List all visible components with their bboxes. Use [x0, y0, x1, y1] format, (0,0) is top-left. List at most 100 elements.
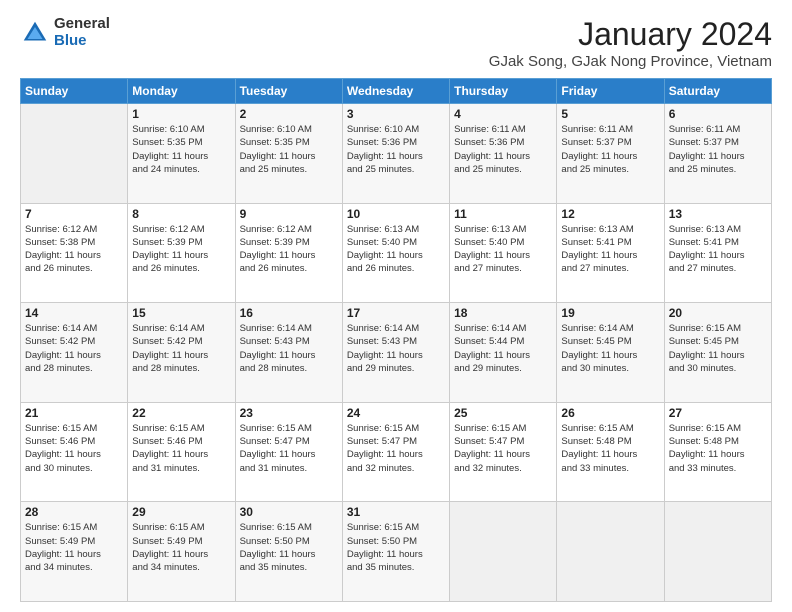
day-info: Sunrise: 6:14 AMSunset: 5:43 PMDaylight:… [240, 322, 338, 375]
day-info: Sunrise: 6:12 AMSunset: 5:38 PMDaylight:… [25, 223, 123, 276]
day-info: Sunrise: 6:15 AMSunset: 5:46 PMDaylight:… [132, 422, 230, 475]
day-info: Sunrise: 6:15 AMSunset: 5:45 PMDaylight:… [669, 322, 767, 375]
calendar-cell [21, 104, 128, 204]
calendar-cell: 15 Sunrise: 6:14 AMSunset: 5:42 PMDayligh… [128, 303, 235, 403]
day-number: 23 [240, 406, 338, 420]
calendar-cell: 30Sunrise: 6:15 AMSunset: 5:50 PMDayligh… [235, 502, 342, 602]
day-header-tuesday: Tuesday [235, 79, 342, 104]
day-info: Sunrise: 6:13 AMSunset: 5:40 PMDaylight:… [347, 223, 445, 276]
day-number: 11 [454, 207, 552, 221]
day-number: 10 [347, 207, 445, 221]
day-header-monday: Monday [128, 79, 235, 104]
day-info: Sunrise: 6:10 AMSunset: 5:36 PMDaylight:… [347, 123, 445, 176]
calendar-cell: 21Sunrise: 6:15 AMSunset: 5:46 PMDayligh… [21, 402, 128, 502]
day-number: 2 [240, 107, 338, 121]
day-number: 1 [132, 107, 230, 121]
day-info: Sunrise: 6:11 AMSunset: 5:36 PMDaylight:… [454, 123, 552, 176]
day-info: Sunrise: 6:12 AMSunset: 5:39 PMDaylight:… [132, 223, 230, 276]
day-number: 24 [347, 406, 445, 420]
calendar-cell: 22 Sunrise: 6:15 AMSunset: 5:46 PMDayligh… [128, 402, 235, 502]
day-info: Sunrise: 6:12 AMSunset: 5:39 PMDaylight:… [240, 223, 338, 276]
calendar-header: SundayMondayTuesdayWednesdayThursdayFrid… [21, 79, 772, 104]
day-number: 26 [561, 406, 659, 420]
page: General Blue January 2024 GJak Song, GJa… [0, 0, 792, 612]
calendar-cell: 25 Sunrise: 6:15 AMSunset: 5:47 PMDayligh… [450, 402, 557, 502]
day-number: 8 [132, 207, 230, 221]
calendar-cell: 2 Sunrise: 6:10 AMSunset: 5:35 PMDaylight… [235, 104, 342, 204]
calendar-cell: 4 Sunrise: 6:11 AMSunset: 5:36 PMDaylight… [450, 104, 557, 204]
calendar-body: 1 Sunrise: 6:10 AMSunset: 5:35 PMDaylight… [21, 104, 772, 602]
day-info: Sunrise: 6:15 AMSunset: 5:49 PMDaylight:… [25, 521, 123, 574]
calendar-table: SundayMondayTuesdayWednesdayThursdayFrid… [20, 78, 772, 602]
calendar-cell [664, 502, 771, 602]
logo-text: General Blue [54, 16, 110, 49]
day-number: 17 [347, 306, 445, 320]
location: GJak Song, GJak Nong Province, Vietnam [489, 53, 772, 70]
day-number: 19 [561, 306, 659, 320]
day-header-saturday: Saturday [664, 79, 771, 104]
day-number: 15 [132, 306, 230, 320]
day-number: 30 [240, 505, 338, 519]
calendar-cell: 19Sunrise: 6:14 AMSunset: 5:45 PMDayligh… [557, 303, 664, 403]
week-row-5: 28 Sunrise: 6:15 AMSunset: 5:49 PMDayligh… [21, 502, 772, 602]
day-number: 12 [561, 207, 659, 221]
day-info: Sunrise: 6:15 AMSunset: 5:50 PMDaylight:… [347, 521, 445, 574]
calendar-cell: 18 Sunrise: 6:14 AMSunset: 5:44 PMDayligh… [450, 303, 557, 403]
calendar-cell: 11 Sunrise: 6:13 AMSunset: 5:40 PMDayligh… [450, 203, 557, 303]
day-number: 4 [454, 107, 552, 121]
day-header-thursday: Thursday [450, 79, 557, 104]
calendar-cell: 23Sunrise: 6:15 AMSunset: 5:47 PMDayligh… [235, 402, 342, 502]
calendar-cell: 24 Sunrise: 6:15 AMSunset: 5:47 PMDayligh… [342, 402, 449, 502]
day-number: 7 [25, 207, 123, 221]
day-info: Sunrise: 6:15 AMSunset: 5:49 PMDaylight:… [132, 521, 230, 574]
day-info: Sunrise: 6:10 AMSunset: 5:35 PMDaylight:… [132, 123, 230, 176]
day-number: 22 [132, 406, 230, 420]
calendar-cell: 8 Sunrise: 6:12 AMSunset: 5:39 PMDaylight… [128, 203, 235, 303]
calendar-cell: 17Sunrise: 6:14 AMSunset: 5:43 PMDayligh… [342, 303, 449, 403]
logo-blue-text: Blue [54, 33, 110, 50]
day-header-friday: Friday [557, 79, 664, 104]
title-block: January 2024 GJak Song, GJak Nong Provin… [489, 16, 772, 70]
week-row-1: 1 Sunrise: 6:10 AMSunset: 5:35 PMDaylight… [21, 104, 772, 204]
day-info: Sunrise: 6:10 AMSunset: 5:35 PMDaylight:… [240, 123, 338, 176]
day-number: 14 [25, 306, 123, 320]
calendar-cell: 26Sunrise: 6:15 AMSunset: 5:48 PMDayligh… [557, 402, 664, 502]
calendar-cell: 13 Sunrise: 6:13 AMSunset: 5:41 PMDayligh… [664, 203, 771, 303]
day-number: 21 [25, 406, 123, 420]
day-info: Sunrise: 6:15 AMSunset: 5:47 PMDaylight:… [454, 422, 552, 475]
day-number: 3 [347, 107, 445, 121]
day-info: Sunrise: 6:13 AMSunset: 5:41 PMDaylight:… [561, 223, 659, 276]
day-number: 6 [669, 107, 767, 121]
day-header-sunday: Sunday [21, 79, 128, 104]
day-info: Sunrise: 6:15 AMSunset: 5:47 PMDaylight:… [347, 422, 445, 475]
calendar-cell: 29Sunrise: 6:15 AMSunset: 5:49 PMDayligh… [128, 502, 235, 602]
day-number: 27 [669, 406, 767, 420]
day-info: Sunrise: 6:13 AMSunset: 5:40 PMDaylight:… [454, 223, 552, 276]
day-number: 25 [454, 406, 552, 420]
week-row-4: 21 Sunrise: 6:15 AMSunset: 5:46 PMDayligh… [21, 402, 772, 502]
calendar-cell: 16Sunrise: 6:14 AMSunset: 5:43 PMDayligh… [235, 303, 342, 403]
calendar-cell: 3 Sunrise: 6:10 AMSunset: 5:36 PMDaylight… [342, 104, 449, 204]
calendar-cell: 10 Sunrise: 6:13 AMSunset: 5:40 PMDayligh… [342, 203, 449, 303]
day-number: 20 [669, 306, 767, 320]
day-number: 18 [454, 306, 552, 320]
logo-icon [20, 18, 50, 48]
day-header-wednesday: Wednesday [342, 79, 449, 104]
day-info: Sunrise: 6:13 AMSunset: 5:41 PMDaylight:… [669, 223, 767, 276]
day-number: 28 [25, 505, 123, 519]
header: General Blue January 2024 GJak Song, GJa… [20, 16, 772, 70]
day-info: Sunrise: 6:11 AMSunset: 5:37 PMDaylight:… [561, 123, 659, 176]
header-row: SundayMondayTuesdayWednesdayThursdayFrid… [21, 79, 772, 104]
calendar-cell: 14Sunrise: 6:14 AMSunset: 5:42 PMDayligh… [21, 303, 128, 403]
day-info: Sunrise: 6:11 AMSunset: 5:37 PMDaylight:… [669, 123, 767, 176]
calendar-cell: 12 Sunrise: 6:13 AMSunset: 5:41 PMDayligh… [557, 203, 664, 303]
calendar-cell: 27Sunrise: 6:15 AMSunset: 5:48 PMDayligh… [664, 402, 771, 502]
calendar-cell: 1 Sunrise: 6:10 AMSunset: 5:35 PMDaylight… [128, 104, 235, 204]
day-info: Sunrise: 6:14 AMSunset: 5:44 PMDaylight:… [454, 322, 552, 375]
calendar-cell: 20 Sunrise: 6:15 AMSunset: 5:45 PMDayligh… [664, 303, 771, 403]
day-number: 9 [240, 207, 338, 221]
day-info: Sunrise: 6:14 AMSunset: 5:42 PMDaylight:… [132, 322, 230, 375]
day-number: 5 [561, 107, 659, 121]
day-number: 13 [669, 207, 767, 221]
calendar-cell: 31Sunrise: 6:15 AMSunset: 5:50 PMDayligh… [342, 502, 449, 602]
